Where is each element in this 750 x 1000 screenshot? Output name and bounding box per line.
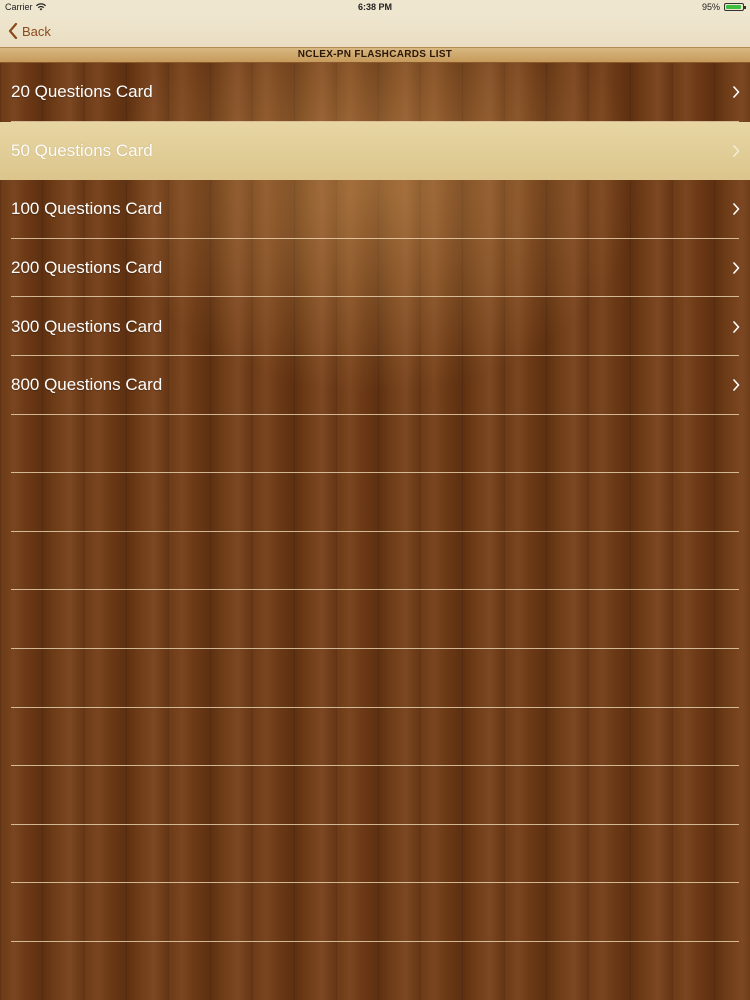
battery-fill bbox=[726, 5, 742, 9]
battery-nub bbox=[744, 6, 746, 9]
empty-row bbox=[0, 590, 750, 649]
list-item[interactable]: 300 Questions Card bbox=[0, 297, 750, 356]
empty-row bbox=[0, 473, 750, 532]
chevron-right-icon bbox=[733, 320, 740, 333]
empty-row bbox=[0, 883, 750, 942]
list-item[interactable]: 50 Questions Card bbox=[0, 121, 750, 181]
list-item[interactable]: 800 Questions Card bbox=[0, 356, 750, 415]
list-item-label: 20 Questions Card bbox=[11, 82, 153, 102]
chevron-left-icon bbox=[8, 23, 18, 39]
list-item-label: 50 Questions Card bbox=[11, 140, 153, 160]
empty-row bbox=[0, 532, 750, 591]
page-title: NCLEX-PN FLASHCARDS LIST bbox=[0, 47, 750, 63]
chevron-right-icon bbox=[733, 145, 740, 157]
battery-icon bbox=[724, 3, 746, 11]
list-item[interactable]: 20 Questions Card bbox=[0, 63, 750, 122]
chevron-right-icon bbox=[733, 379, 740, 392]
battery-percent: 95% bbox=[701, 2, 720, 12]
navigation-bar: Back bbox=[0, 15, 750, 47]
list-item-label: 300 Questions Card bbox=[11, 316, 163, 336]
list-item-label: 100 Questions Card bbox=[11, 199, 163, 219]
empty-row bbox=[0, 708, 750, 767]
status-time: 6:38 PM bbox=[357, 2, 392, 12]
chevron-right-icon bbox=[733, 203, 740, 216]
flashcards-list: 20 Questions Card 50 Questions Card 100 Qu… bbox=[0, 63, 750, 942]
list-item-label: 200 Questions Card bbox=[11, 258, 163, 278]
status-bar: Carrier 6:38 PM 95% bbox=[0, 0, 750, 15]
empty-row bbox=[0, 825, 750, 884]
empty-row bbox=[0, 649, 750, 708]
list-item[interactable]: 200 Questions Card bbox=[0, 239, 750, 298]
status-right: 95% bbox=[701, 2, 746, 12]
row-separator bbox=[11, 940, 739, 942]
back-button[interactable]: Back bbox=[8, 21, 51, 41]
chevron-right-icon bbox=[733, 86, 740, 99]
empty-row bbox=[0, 766, 750, 825]
list-item[interactable]: 100 Questions Card bbox=[0, 180, 750, 239]
back-label: Back bbox=[22, 23, 51, 39]
list-item-label: 800 Questions Card bbox=[11, 375, 163, 395]
chevron-right-icon bbox=[733, 262, 740, 274]
empty-row bbox=[0, 415, 750, 474]
